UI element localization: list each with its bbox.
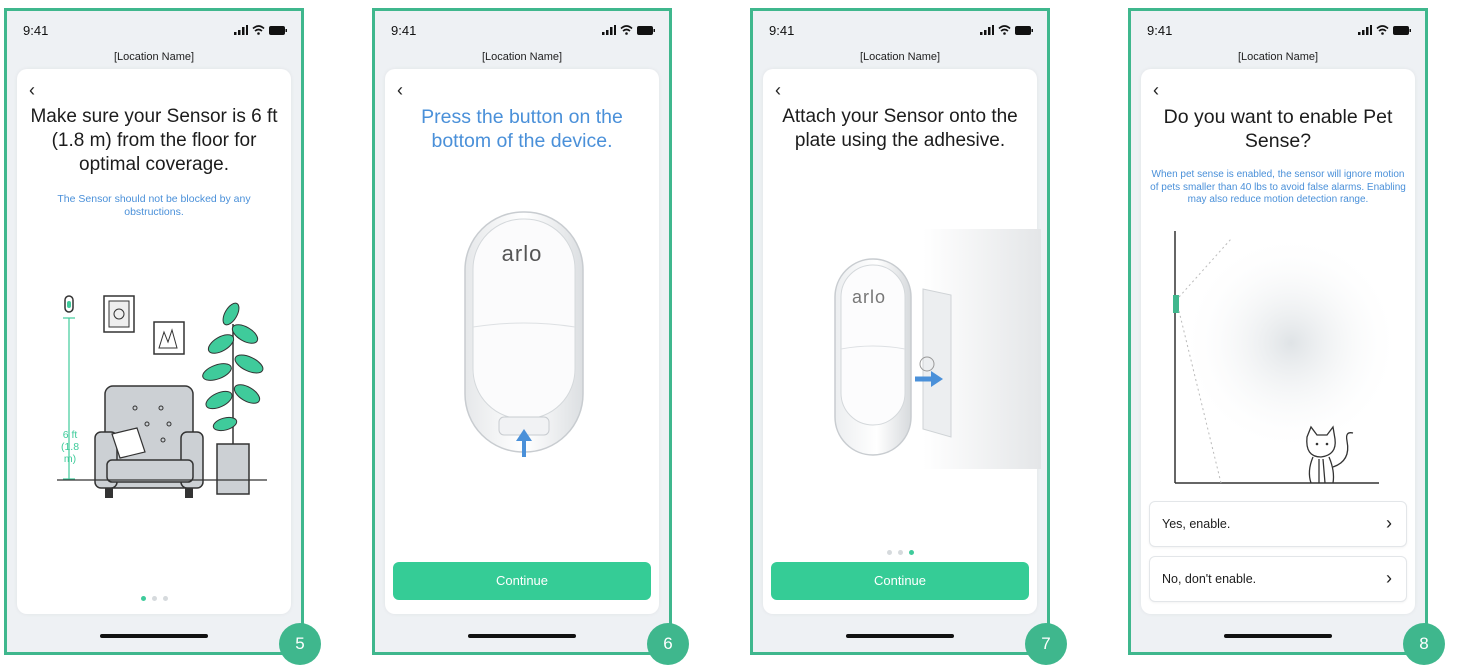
- option-label: No, don't enable.: [1162, 572, 1257, 586]
- location-name: [Location Name]: [1237, 51, 1319, 63]
- battery-icon: [1015, 25, 1033, 35]
- phone-screen-6: 9:41 [Location Name] ‹ Press the button …: [372, 8, 672, 655]
- wifi-icon: [620, 25, 633, 35]
- back-chevron-icon[interactable]: ‹: [775, 81, 781, 99]
- home-indicator: [100, 634, 208, 638]
- height-label-line-3: m): [63, 453, 77, 465]
- status-bar: 9:41: [375, 23, 669, 43]
- device-logo: arlo: [851, 287, 886, 307]
- option-no-enable[interactable]: No, don't enable. ›: [1149, 556, 1407, 602]
- height-label-line-2: (1.8: [60, 441, 80, 453]
- back-chevron-icon[interactable]: ‹: [397, 81, 403, 99]
- page-dot: [140, 596, 146, 601]
- location-name: [Location Name]: [481, 51, 563, 63]
- home-indicator: [1224, 634, 1332, 638]
- screen-title: Attach your Sensor onto the plate using …: [782, 106, 1018, 151]
- chevron-right-icon: ›: [1386, 513, 1392, 533]
- status-bar: 9:41: [7, 23, 301, 43]
- continue-button[interactable]: Continue: [393, 562, 651, 600]
- page-dot: [151, 596, 157, 601]
- screen-title: Do you want to enable Pet Sense?: [1163, 106, 1393, 152]
- battery-icon: [637, 25, 655, 35]
- room-illustration: [57, 295, 267, 498]
- content-card: ‹ Attach your Sensor onto the plate usin…: [763, 69, 1041, 614]
- battery-icon: [269, 25, 287, 35]
- content-card: ‹ Make sure your Sensor is 6 ft (1.8 m) …: [17, 69, 291, 614]
- screen-subtitle: The Sensor should not be blocked by any …: [57, 193, 251, 218]
- back-chevron-icon[interactable]: ‹: [1153, 81, 1159, 99]
- phone-screen-7: 9:41 [Location Name] ‹ Attach your Senso…: [750, 8, 1050, 655]
- step-badge-8: 8: [1403, 623, 1445, 665]
- system-icons: [1358, 25, 1411, 35]
- screen-subtitle: When pet sense is enabled, the sensor wi…: [1150, 169, 1406, 205]
- content-card: ‹ Do you want to enable Pet Sense? When …: [1141, 69, 1415, 614]
- back-chevron-icon[interactable]: ‹: [29, 81, 35, 99]
- pet-sense-illustration: [1173, 231, 1401, 484]
- screen-title: Make sure your Sensor is 6 ft (1.8 m) fr…: [30, 106, 278, 175]
- page-dots: [17, 588, 291, 606]
- page-dot: [886, 550, 892, 555]
- signal-icon: [602, 25, 616, 35]
- status-bar: 9:41: [753, 23, 1047, 43]
- continue-button[interactable]: Continue: [771, 562, 1029, 600]
- option-label: Yes, enable.: [1162, 517, 1231, 531]
- home-indicator: [846, 634, 954, 638]
- step-badge-5: 5: [279, 623, 321, 665]
- status-time: 9:41: [23, 23, 49, 38]
- location-name: [Location Name]: [859, 51, 941, 63]
- step-badge-7: 7: [1025, 623, 1067, 665]
- page-dot: [908, 550, 914, 555]
- page-dot: [897, 550, 903, 555]
- phone-screen-5: 9:41 [Location Name] ‹ Make sure your Se…: [4, 8, 304, 655]
- wifi-icon: [252, 25, 265, 35]
- step-badge-6: 6: [647, 623, 689, 665]
- wifi-icon: [998, 25, 1011, 35]
- phone-screen-8: 9:41 [Location Name] ‹ Do you want to en…: [1128, 8, 1428, 655]
- option-yes-enable[interactable]: Yes, enable. ›: [1149, 501, 1407, 547]
- system-icons: [234, 25, 287, 35]
- location-name: [Location Name]: [113, 51, 195, 63]
- home-indicator: [468, 634, 576, 638]
- content-card: ‹ Press the button on the bottom of the …: [385, 69, 659, 614]
- page-dot: [162, 596, 168, 601]
- status-time: 9:41: [391, 23, 417, 38]
- page-dots: [763, 542, 1037, 560]
- screen-title: Press the button on the bottom of the de…: [421, 106, 623, 152]
- device-logo: arlo: [501, 241, 543, 266]
- height-label-line-1: 6 ft: [62, 429, 78, 441]
- status-time: 9:41: [1147, 23, 1173, 38]
- status-bar: 9:41: [1131, 23, 1425, 43]
- system-icons: [602, 25, 655, 35]
- signal-icon: [234, 25, 248, 35]
- signal-icon: [1358, 25, 1372, 35]
- battery-icon: [1393, 25, 1411, 35]
- chevron-right-icon: ›: [1386, 568, 1392, 588]
- status-time: 9:41: [769, 23, 795, 38]
- wifi-icon: [1376, 25, 1389, 35]
- height-label: 6 ft (1.8 m): [57, 429, 83, 465]
- sensor-mount-image: [834, 229, 1041, 469]
- system-icons: [980, 25, 1033, 35]
- signal-icon: [980, 25, 994, 35]
